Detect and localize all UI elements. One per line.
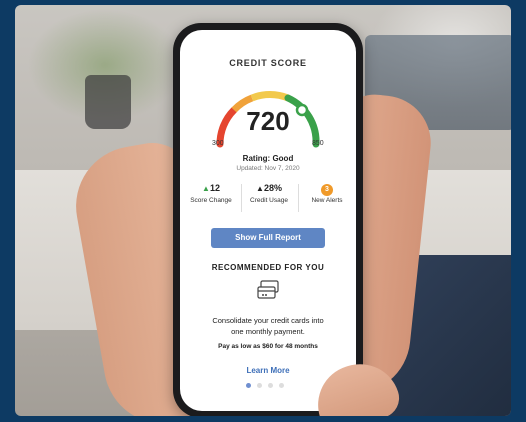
rating-text: Rating: Good <box>242 154 294 163</box>
score-change-label: Score Change <box>190 197 232 204</box>
recommendation-text: Consolidate your credit cards into one m… <box>188 315 348 337</box>
recommendation-line-1: Consolidate your credit cards into <box>212 316 324 325</box>
credit-usage-label: Credit Usage <box>250 197 288 204</box>
page-dot-active[interactable] <box>246 383 251 388</box>
stat-score-change: ▲12 Score Change <box>182 182 240 204</box>
credit-score-title: CREDIT SCORE <box>229 58 307 68</box>
updated-date: Updated: Nov 7, 2020 <box>236 165 300 172</box>
stat-new-alerts[interactable]: 3 New Alerts <box>298 182 356 204</box>
page-dot[interactable] <box>257 383 262 388</box>
triangle-up-green-icon: ▲ <box>202 184 210 193</box>
score-change-value: 12 <box>209 183 220 193</box>
credit-card-icon <box>257 280 279 299</box>
recommendation-line-2: one monthly payment. <box>231 327 305 336</box>
stat-credit-usage: ▲28% Credit Usage <box>240 182 298 204</box>
learn-more-link[interactable]: Learn More <box>180 366 356 375</box>
page-dot[interactable] <box>279 383 284 388</box>
background-photo: CREDIT SCORE 720 300 850 Rating: Good Up… <box>15 5 511 416</box>
new-alerts-label: New Alerts <box>311 197 343 204</box>
pagination-dots <box>246 383 296 389</box>
credit-usage-value: 28% <box>263 183 282 193</box>
gauge-max-label: 850 <box>312 140 324 147</box>
phone-screen: CREDIT SCORE 720 300 850 Rating: Good Up… <box>180 30 356 411</box>
alert-count-badge: 3 <box>321 184 333 196</box>
page-dot[interactable] <box>268 383 273 388</box>
plant-pot <box>85 75 131 129</box>
recommended-title: RECOMMENDED FOR YOU <box>211 263 325 272</box>
gauge-yellow-segment <box>250 91 290 102</box>
show-full-report-button[interactable]: Show Full Report <box>211 228 325 248</box>
credit-score-value: 720 <box>246 106 290 136</box>
triangle-up-icon: ▲ <box>256 184 264 193</box>
offer-text: Pay as low as $60 for 48 months <box>218 343 318 350</box>
smartphone: CREDIT SCORE 720 300 850 Rating: Good Up… <box>173 23 363 416</box>
gauge-min-label: 300 <box>212 140 224 147</box>
